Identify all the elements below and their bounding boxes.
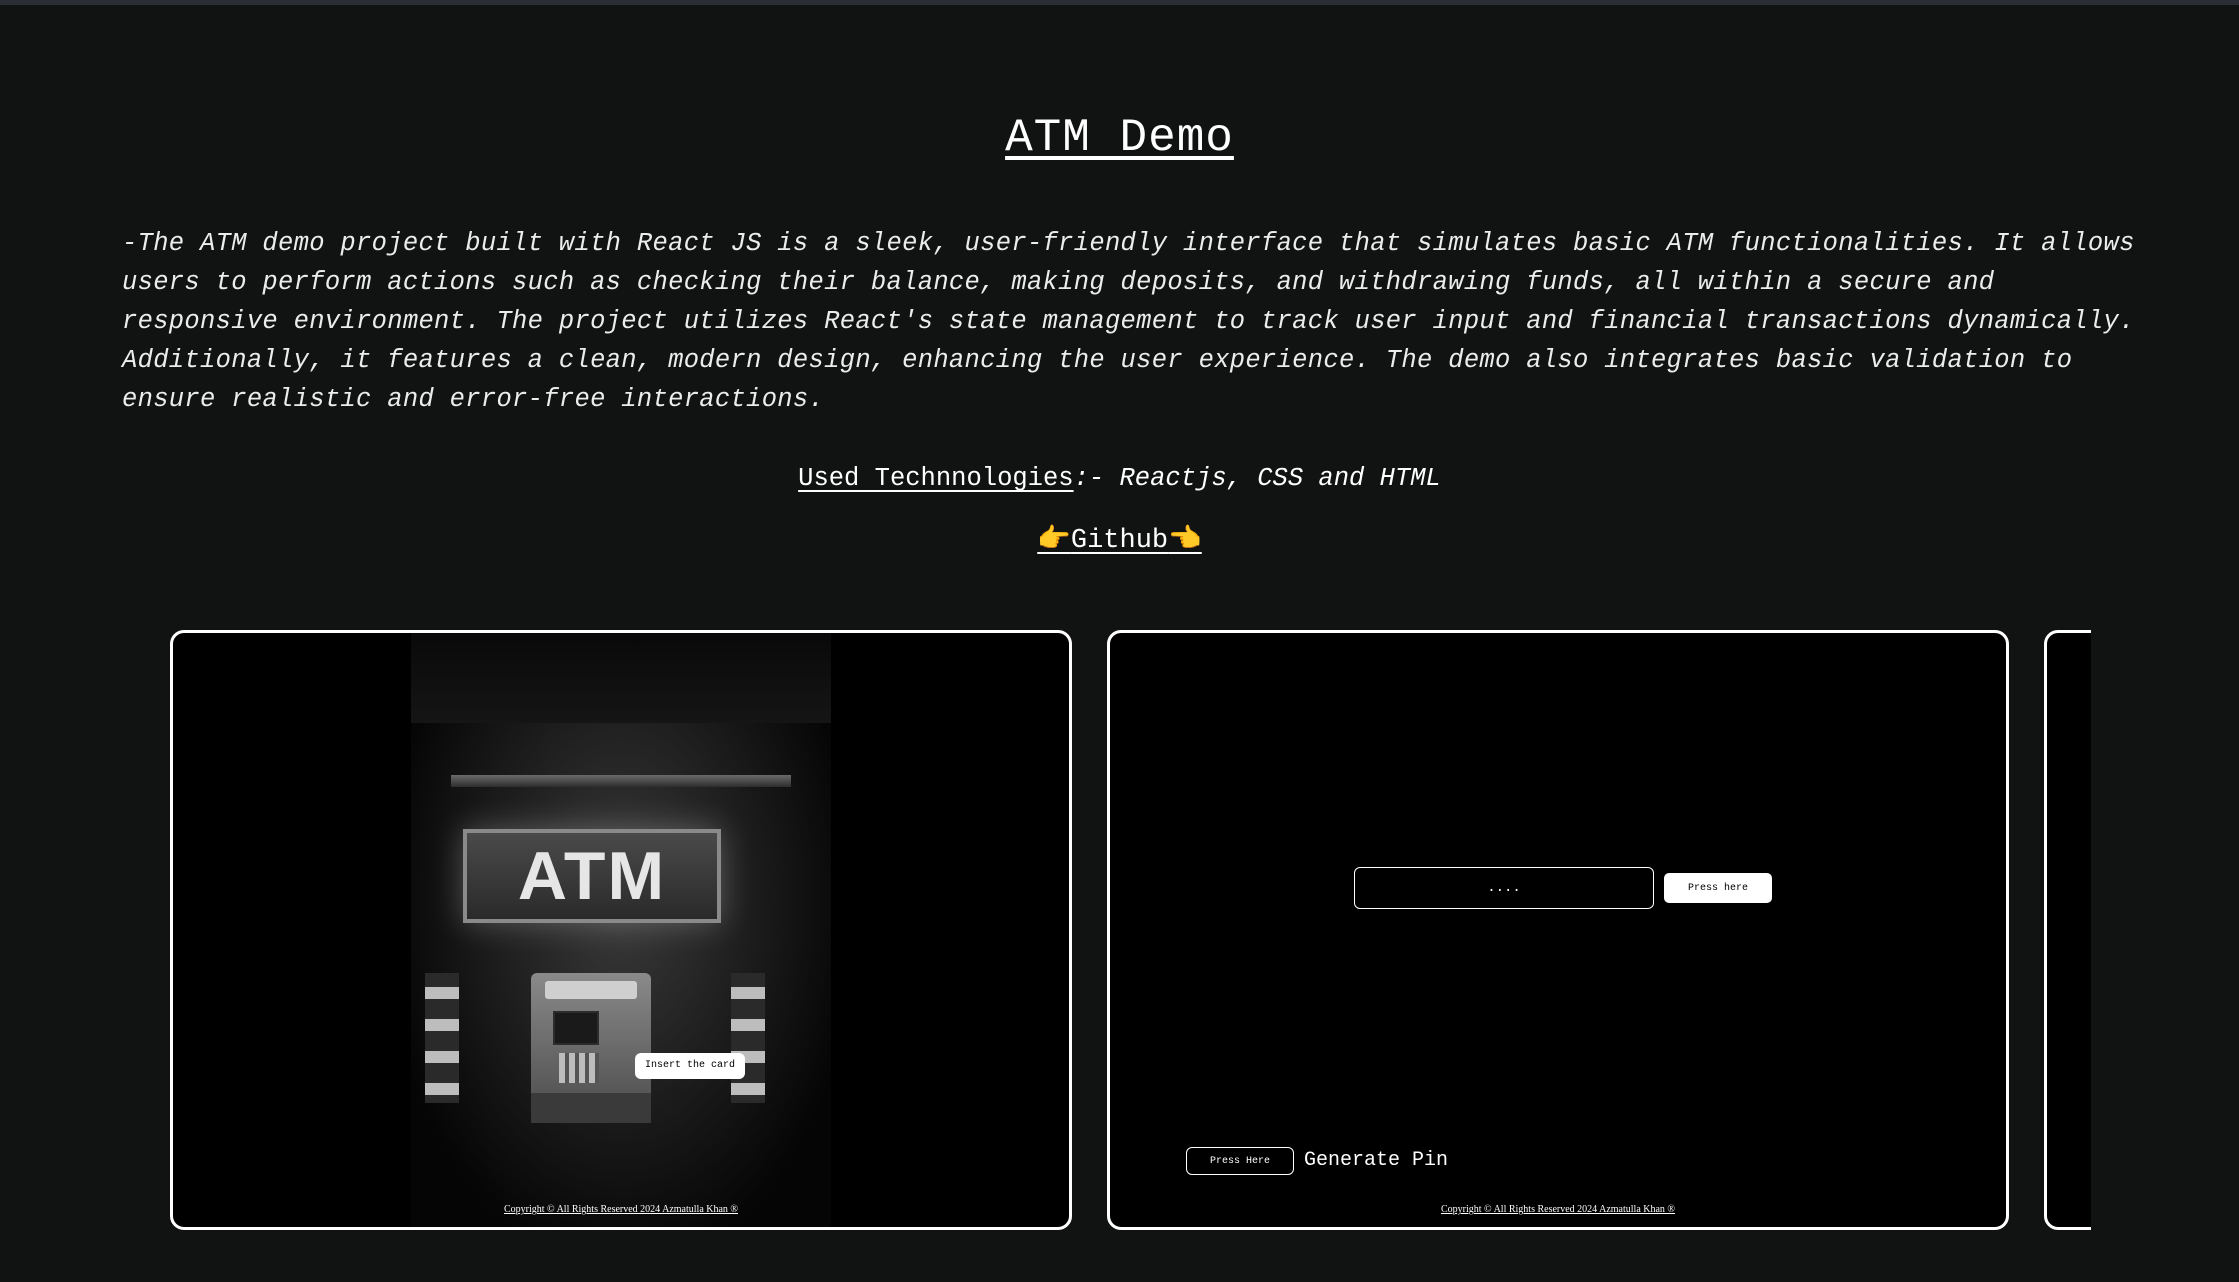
pin-input[interactable] [1354,867,1654,909]
brochure-rack-left [425,973,459,1103]
copyright-text: Copyright © All Rights Reserved 2024 Azm… [503,1204,739,1215]
technologies-label: Used Technnologies [798,464,1074,493]
atm-machine [531,973,651,1123]
github-section: 👉Github👈 [0,522,2239,556]
copyright-text: Copyright © All Rights Reserved 2024 Azm… [1440,1204,1676,1215]
press-here-button[interactable]: Press here [1664,873,1772,903]
project-description: -The ATM demo project built with React J… [122,229,2135,414]
screenshot-carousel[interactable]: ATM Insert the card Copyright © All Righ… [168,628,2091,1230]
generate-pin-label: Generate Pin [1304,1149,1449,1172]
atm-photo: ATM [411,633,831,1227]
insert-card-button[interactable]: Insert the card [635,1053,746,1079]
technologies-value: :- Reactjs, CSS and HTML [1073,464,1441,493]
atm-sign: ATM [463,829,721,923]
generate-pin-button[interactable]: Press Here [1186,1147,1294,1175]
atm-sign-text: ATM [517,838,667,914]
pointing-left-icon: 👈 [1168,523,1202,554]
card-insert-card: ATM Insert the card Copyright © All Righ… [170,630,1072,1230]
top-bar [0,0,2239,5]
card-next-partial [2044,630,2091,1230]
card-pin-entry: Press here Press Here Generate Pin Copyr… [1107,630,2009,1230]
pointing-right-icon: 👉 [1037,523,1071,554]
technologies-line: Used Technnologies:- Reactjs, CSS and HT… [0,464,2239,493]
github-link-label: Github [1070,526,1169,556]
brochure-rack-right [731,973,765,1103]
page-title: ATM Demo [1005,112,1234,164]
github-link[interactable]: 👉Github👈 [1037,523,1202,556]
